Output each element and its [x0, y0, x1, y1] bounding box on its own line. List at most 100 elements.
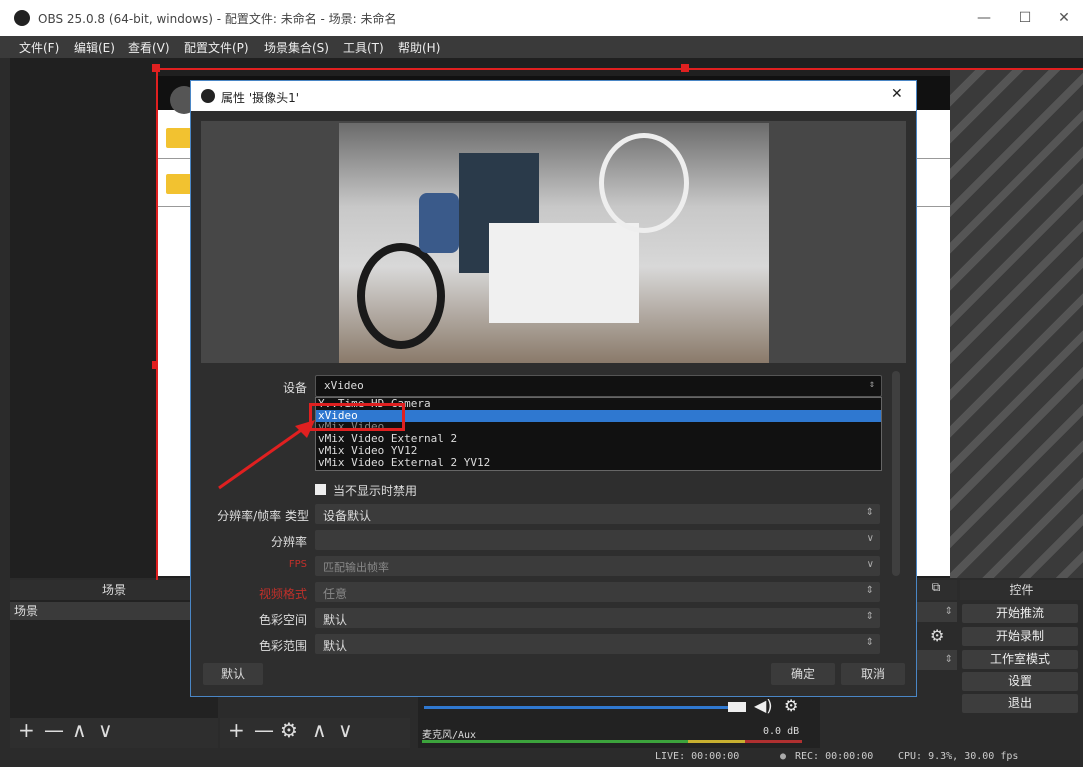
record-dot-icon: ●	[780, 751, 787, 762]
resolution-combo[interactable]: ∨	[315, 530, 880, 550]
transition-select[interactable]: ⇕	[915, 602, 957, 622]
volume-slider[interactable]	[424, 706, 744, 709]
deactivate-label: 当不显示时禁用	[333, 484, 418, 498]
menu-tools[interactable]: 工具(T)	[343, 39, 384, 56]
properties-dialog: 属性 '摄像头1' ✕ 设备 xVideo ⇕ Y..Time HD Camer…	[190, 80, 917, 697]
device-select[interactable]: xVideo ⇕	[315, 375, 882, 397]
ring-light	[599, 133, 689, 233]
resolution-label: 分辨率	[270, 535, 307, 549]
updown-icon: ⇕	[865, 507, 874, 518]
menu-scene-collection[interactable]: 场景集合(S)	[264, 39, 329, 56]
volume-slider-handle[interactable]	[728, 702, 746, 712]
start-streaming-button[interactable]: 开始推流	[962, 604, 1078, 623]
updown-icon: ⇕	[865, 637, 874, 648]
settings-button[interactable]: 设置	[962, 672, 1078, 691]
dock-float-icon[interactable]: ⧉	[915, 580, 957, 600]
up-icon[interactable]: ∧	[312, 718, 327, 742]
down-icon[interactable]: ∨	[98, 718, 113, 742]
menu-file[interactable]: 文件(F)	[19, 39, 59, 56]
add-icon[interactable]: +	[18, 718, 35, 742]
controls-header: 控件	[960, 580, 1083, 600]
window-titlebar: OBS 25.0.8 (64-bit, windows) - 配置文件: 未命名…	[0, 0, 1083, 36]
ring-light	[357, 243, 445, 349]
defaults-button[interactable]: 默认	[203, 663, 263, 685]
close-button[interactable]: ✕	[1045, 6, 1083, 30]
video-format-label: 视频格式	[258, 587, 307, 601]
camera-feed-image	[339, 123, 769, 363]
annotation-arrow-icon	[218, 420, 315, 490]
add-icon[interactable]: +	[228, 718, 245, 742]
gear-icon[interactable]: ⚙	[784, 696, 798, 715]
device-label: 设备	[282, 381, 307, 395]
deactivate-checkbox[interactable]	[315, 484, 326, 495]
status-bar: LIVE: 00:00:00 ● REC: 00:00:00 CPU: 9.3%…	[0, 748, 1083, 767]
scenes-header: 场景	[10, 580, 218, 600]
duration-stepper[interactable]: ⇕	[915, 650, 957, 670]
scrollbar[interactable]	[892, 371, 900, 576]
gear-icon[interactable]: ⚙	[280, 718, 298, 742]
minimize-button[interactable]: —	[965, 6, 1003, 30]
video-format-value: 任意	[323, 587, 348, 601]
video-format-select[interactable]: 任意 ⇕	[315, 582, 880, 602]
updown-icon: ⇕	[865, 611, 874, 622]
studio-mode-button[interactable]: 工作室模式	[962, 650, 1078, 669]
source-preview	[201, 121, 906, 363]
cpu-status: CPU: 9.3%, 30.00 fps	[898, 751, 1019, 762]
live-status: LIVE: 00:00:00	[655, 751, 740, 762]
resize-handle[interactable]	[681, 64, 689, 72]
color-space-select[interactable]: 默认 ⇕	[315, 608, 880, 628]
dialog-close-button[interactable]: ✕	[891, 86, 903, 102]
menu-profile[interactable]: 配置文件(P)	[184, 39, 249, 56]
menu-view[interactable]: 查看(V)	[128, 39, 170, 56]
res-type-value: 设备默认	[323, 509, 372, 523]
res-type-label: 分辨率/帧率 类型	[217, 509, 309, 523]
white-board	[489, 223, 639, 323]
remove-icon[interactable]: —	[44, 718, 64, 742]
updown-icon: ⇕	[865, 585, 874, 596]
remove-icon[interactable]: —	[254, 718, 274, 742]
color-range-select[interactable]: 默认 ⇕	[315, 634, 880, 654]
speaker-icon[interactable]: ◀)	[754, 696, 773, 715]
rec-status: REC: 00:00:00	[795, 751, 874, 762]
fps-select[interactable]: 匹配输出帧率 ∨	[315, 556, 880, 576]
color-space-label: 色彩空间	[258, 613, 307, 627]
person	[419, 193, 459, 253]
menu-edit[interactable]: 编辑(E)	[74, 39, 115, 56]
gear-icon[interactable]: ⚙	[930, 626, 944, 645]
sources-toolbar: + — ⚙ ∧ ∨	[220, 718, 410, 748]
dialog-title: 属性 '摄像头1'	[221, 91, 300, 105]
ok-button[interactable]: 确定	[771, 663, 835, 685]
menu-help[interactable]: 帮助(H)	[398, 39, 440, 56]
maximize-button[interactable]: ☐	[1006, 6, 1044, 30]
cancel-button[interactable]: 取消	[841, 663, 905, 685]
fps-value: 匹配输出帧率	[323, 561, 389, 574]
level-meter	[422, 740, 802, 743]
folder-icon	[166, 128, 192, 148]
mixer-channel-name: 麦克风/Aux	[422, 730, 477, 741]
updown-icon: ⇕	[868, 379, 875, 390]
color-space-value: 默认	[323, 613, 348, 627]
device-option[interactable]: vMix Video External 2	[318, 433, 457, 444]
color-range-label: 色彩范围	[258, 639, 307, 653]
obs-logo-icon	[201, 89, 215, 103]
chevron-down-icon: ∨	[866, 559, 874, 570]
audio-mixer: ◀) ⚙ 麦克风/Aux 0.0 dB	[418, 696, 820, 748]
device-selected-value: xVideo	[324, 379, 364, 392]
obs-logo-icon	[14, 10, 30, 26]
up-icon[interactable]: ∧	[72, 718, 87, 742]
device-option[interactable]: vMix Video External 2 YV12	[318, 457, 490, 468]
color-range-value: 默认	[323, 639, 348, 653]
scenes-toolbar: + — ∧ ∨	[10, 718, 218, 748]
res-type-select[interactable]: 设备默认 ⇕	[315, 504, 880, 524]
folder-icon	[166, 174, 192, 194]
annotation-highlight-box	[309, 403, 405, 431]
resize-handle[interactable]	[152, 64, 160, 72]
start-recording-button[interactable]: 开始录制	[962, 627, 1078, 646]
mixer-level: 0.0 dB	[763, 726, 800, 737]
window-title: OBS 25.0.8 (64-bit, windows) - 配置文件: 未命名…	[38, 12, 397, 26]
device-option[interactable]: vMix Video YV12	[318, 445, 417, 456]
down-icon[interactable]: ∨	[338, 718, 353, 742]
exit-button[interactable]: 退出	[962, 694, 1078, 713]
fps-label: FPS	[288, 559, 307, 570]
scenes-list[interactable]: 场景	[10, 600, 222, 718]
